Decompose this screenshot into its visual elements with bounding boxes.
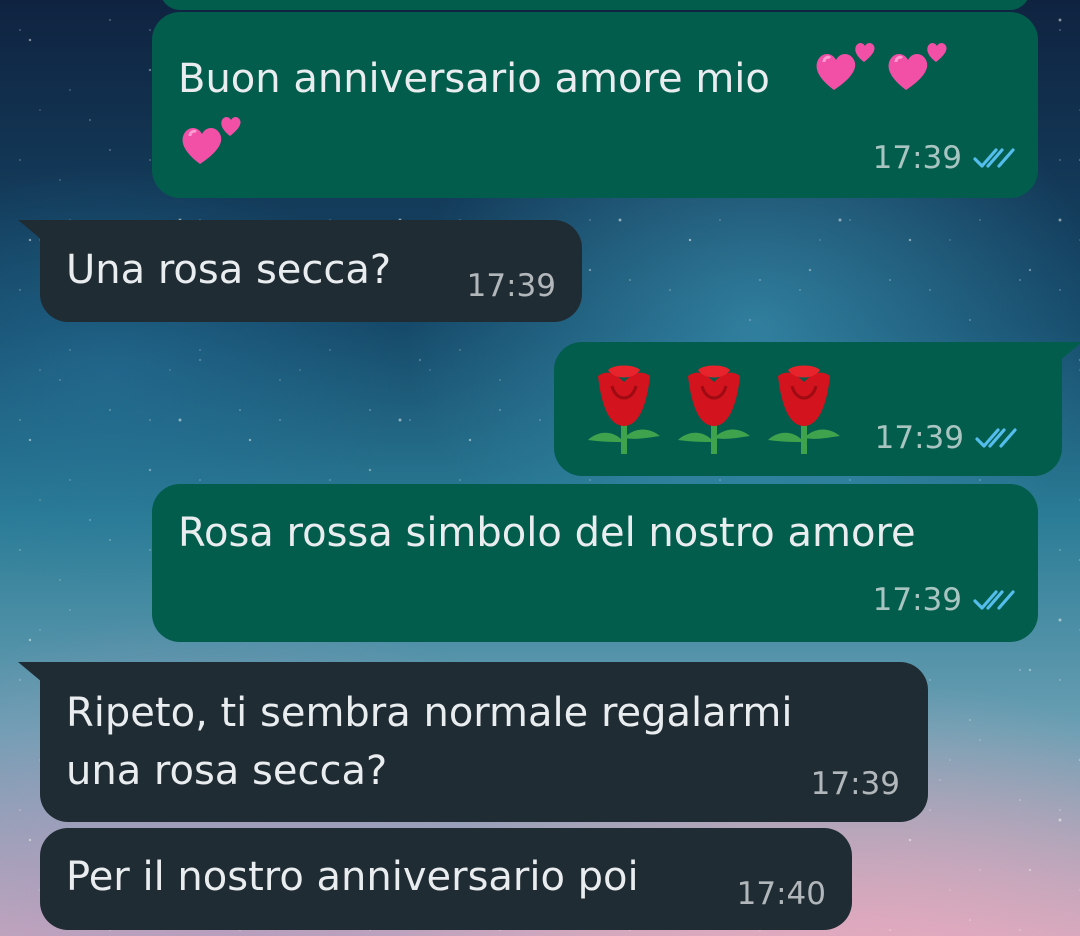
message-time: 17:39 xyxy=(811,766,900,802)
two-hearts-icon xyxy=(812,36,886,94)
message-bubble-outgoing[interactable]: Rosa rossa simbolo del nostro amore 17:3… xyxy=(152,484,1038,642)
two-hearts-icon xyxy=(884,36,958,94)
message-text: Una rosa secca? xyxy=(66,247,392,293)
message-time: 17:39 xyxy=(872,582,962,618)
bubble-tail xyxy=(18,662,42,682)
double-check-icon xyxy=(975,428,1017,448)
message-bubble-incoming[interactable]: Ripeto, ti sembra normale regalarmi una … xyxy=(18,662,928,822)
message-time: 17:39 xyxy=(872,140,962,176)
message-time: 17:39 xyxy=(874,420,964,456)
message-text: Per il nostro anniversario poi xyxy=(66,854,639,900)
message-time: 17:40 xyxy=(737,876,826,912)
double-check-icon xyxy=(973,148,1015,168)
previous-message-bubble[interactable] xyxy=(160,0,1030,10)
rose-icon xyxy=(764,362,844,456)
rose-icon xyxy=(584,362,664,456)
two-hearts-icon xyxy=(178,110,252,168)
message-time-value: 17:39 xyxy=(810,766,900,802)
message-time-value: 17:39 xyxy=(466,268,556,304)
bubble-tail xyxy=(18,220,42,240)
message-bubble-incoming[interactable]: Per il nostro anniversario poi 17:40 xyxy=(40,828,852,930)
message-text-line: una rosa secca? xyxy=(66,748,388,794)
message-meta: 17:39 xyxy=(873,140,1016,176)
message-meta: 17:39 xyxy=(875,420,1018,456)
message-text-content: Buon anniversario amore mio xyxy=(178,56,770,102)
message-text: Buon anniversario amore mio xyxy=(178,50,770,108)
message-bubble-outgoing[interactable]: Buon anniversario amore mio 17:39 xyxy=(152,12,1038,198)
message-bubble-outgoing[interactable]: 17:39 xyxy=(554,342,1080,476)
double-check-icon xyxy=(973,590,1015,610)
message-bubble-incoming[interactable]: Una rosa secca? 17:39 xyxy=(18,220,582,322)
message-time: 17:39 xyxy=(467,268,556,304)
message-meta: 17:39 xyxy=(873,582,1016,618)
rose-icon xyxy=(674,362,754,456)
message-text: Rosa rossa simbolo del nostro amore xyxy=(178,510,916,556)
bubble-tail xyxy=(1058,342,1080,362)
message-time-value: 17:40 xyxy=(736,876,826,912)
message-text-line: Ripeto, ti sembra normale regalarmi xyxy=(66,690,793,736)
